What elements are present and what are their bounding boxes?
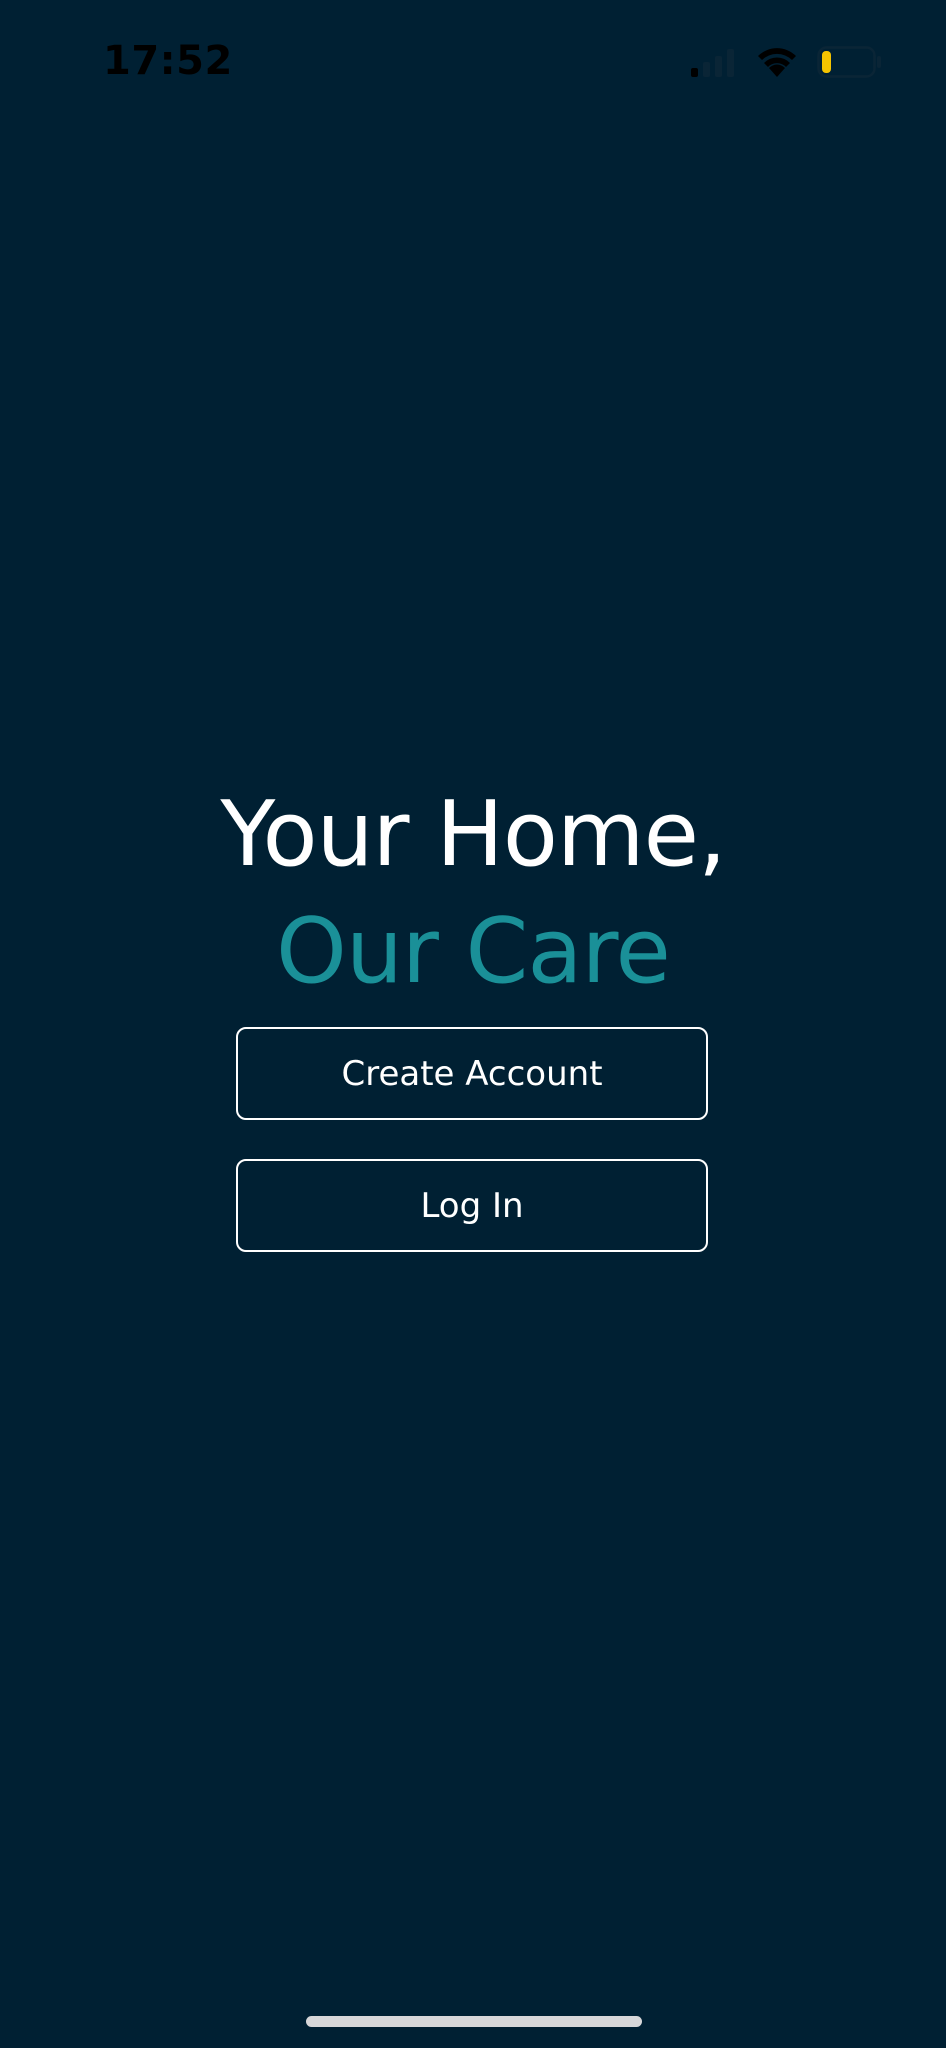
- headline-primary: Your Home,: [220, 782, 726, 887]
- wifi-icon: [757, 44, 797, 78]
- create-account-button[interactable]: Create Account: [236, 1027, 708, 1120]
- log-in-button[interactable]: Log In: [236, 1159, 708, 1252]
- status-time: 17:52: [103, 38, 233, 84]
- cellular-signal-icon: [690, 48, 736, 78]
- home-indicator[interactable]: [306, 2016, 642, 2027]
- battery-low-icon: [817, 46, 883, 78]
- headline-accent: Our Care: [276, 899, 671, 1004]
- status-bar: 17:52: [0, 0, 946, 125]
